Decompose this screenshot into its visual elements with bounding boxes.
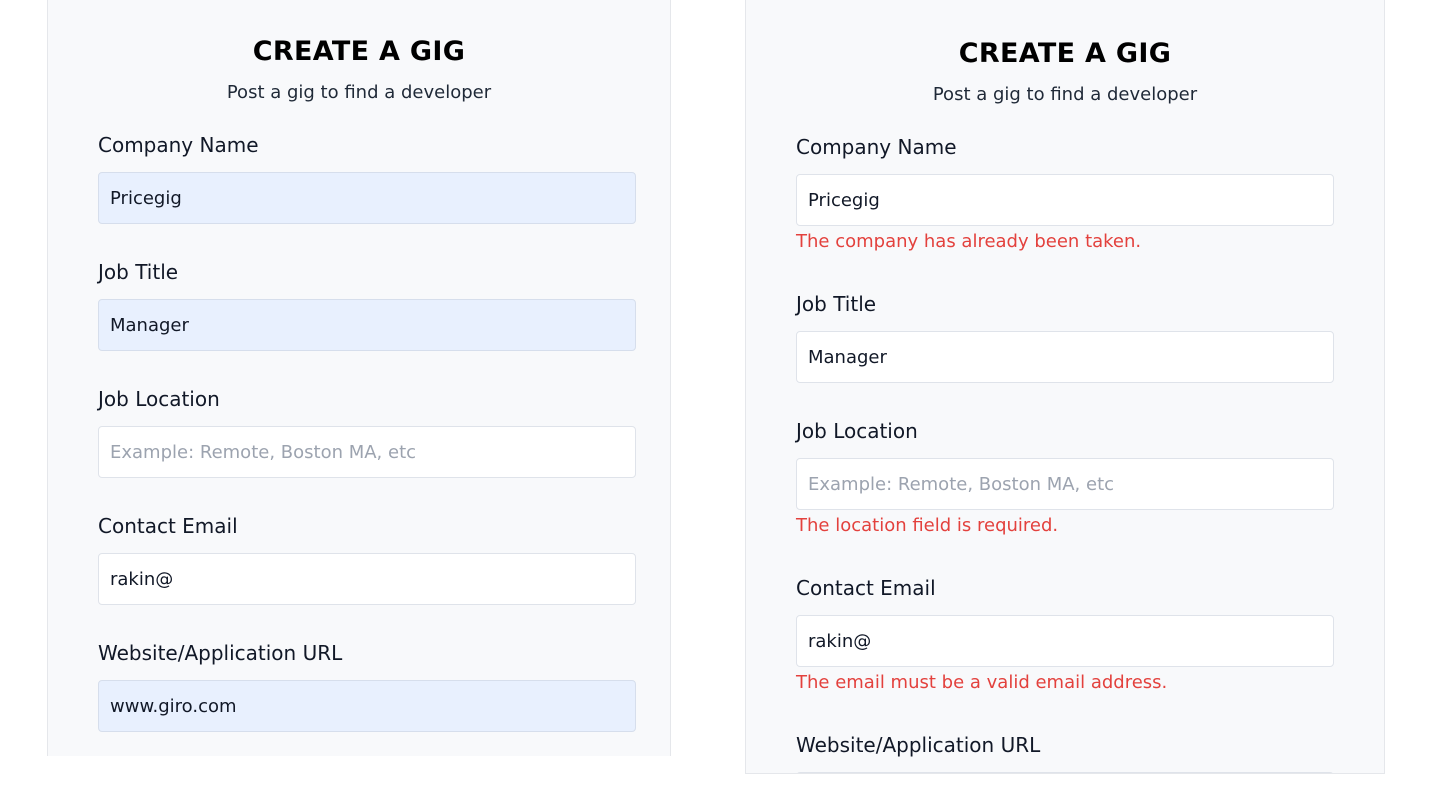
job-location-label: Job Location <box>796 419 918 443</box>
contact-email-label: Contact Email <box>796 576 936 600</box>
job-location-input[interactable] <box>98 426 636 478</box>
create-gig-form-right: CREATE A GIG Post a gig to find a develo… <box>745 0 1385 774</box>
website-url-input[interactable] <box>98 680 636 732</box>
company-name-label: Company Name <box>98 133 259 157</box>
company-name-input[interactable] <box>98 172 636 224</box>
page-title: CREATE A GIG <box>252 36 466 67</box>
job-location-input[interactable] <box>796 458 1334 510</box>
page-title: CREATE A GIG <box>958 38 1172 69</box>
contact-email-label: Contact Email <box>98 514 238 538</box>
page-subtitle: Post a gig to find a developer <box>932 84 1198 105</box>
page-subtitle: Post a gig to find a developer <box>226 82 492 103</box>
job-title-label: Job Title <box>796 292 877 316</box>
job-title-input[interactable] <box>98 299 636 351</box>
job-location-error: The location field is required. <box>796 515 1059 536</box>
website-url-label: Website/Application URL <box>796 733 1041 757</box>
create-gig-form-left: CREATE A GIG Post a gig to find a develo… <box>47 0 671 756</box>
contact-email-error: The email must be a valid email address. <box>796 672 1168 693</box>
company-name-error: The company has already been taken. <box>796 231 1142 252</box>
contact-email-input[interactable] <box>98 553 636 605</box>
website-url-input[interactable] <box>796 772 1334 773</box>
contact-email-input[interactable] <box>796 615 1334 667</box>
company-name-label: Company Name <box>796 135 957 159</box>
job-title-input[interactable] <box>796 331 1334 383</box>
company-name-input[interactable] <box>796 174 1334 226</box>
job-title-label: Job Title <box>98 260 179 284</box>
job-location-label: Job Location <box>98 387 220 411</box>
website-url-label: Website/Application URL <box>98 641 343 665</box>
